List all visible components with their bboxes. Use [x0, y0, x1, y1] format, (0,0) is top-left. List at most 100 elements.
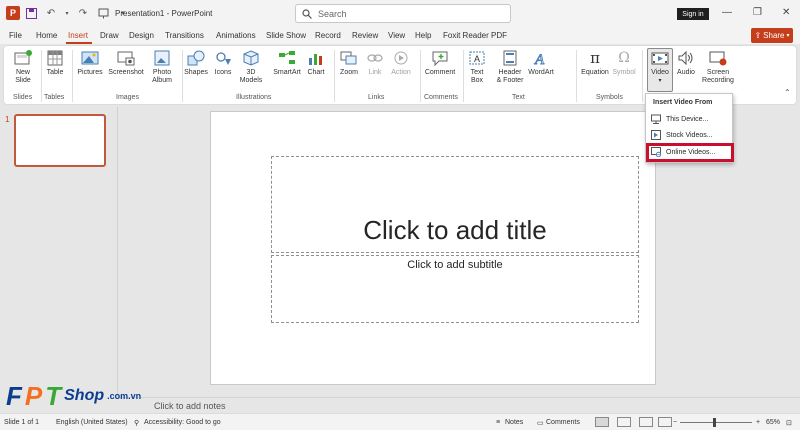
- photo-album-button[interactable]: Photo Album: [147, 49, 177, 85]
- sign-in-button[interactable]: Sign in: [677, 8, 709, 20]
- icons-button[interactable]: Icons: [212, 49, 234, 77]
- link-label: Link: [368, 69, 382, 76]
- slide-show-icon[interactable]: [658, 417, 672, 427]
- group-label-comments: Comments: [424, 94, 458, 101]
- table-button[interactable]: Table: [43, 49, 67, 77]
- group-label-text: Text: [512, 94, 525, 101]
- zoom-level[interactable]: 65%: [766, 419, 780, 426]
- notes-pane[interactable]: Click to add notes: [118, 397, 800, 412]
- chart-icon: [306, 49, 326, 67]
- slide-number: 1: [5, 115, 10, 124]
- screenshot-button[interactable]: Screenshot: [108, 49, 144, 77]
- shapes-icon: [186, 49, 206, 67]
- title-placeholder[interactable]: Click to add title: [271, 156, 639, 253]
- present-icon[interactable]: [96, 6, 110, 20]
- screen-recording-button[interactable]: Screen Recording: [699, 49, 737, 85]
- video-button[interactable]: Video ▾: [647, 49, 673, 85]
- group-separator: [642, 50, 643, 102]
- tab-slide-show[interactable]: Slide Show: [266, 31, 306, 40]
- menu-item-this-device[interactable]: This Device...: [651, 112, 731, 126]
- pane-divider[interactable]: [117, 107, 118, 397]
- share-label: Share: [763, 31, 785, 40]
- zoom-slider[interactable]: [680, 422, 752, 423]
- normal-view-icon[interactable]: [595, 417, 609, 427]
- action-icon: [391, 49, 411, 67]
- status-bar: Slide 1 of 1 English (United States) ⚲ A…: [0, 413, 800, 430]
- 3d-models-label-2: Models: [239, 77, 263, 84]
- svg-text:A: A: [534, 52, 545, 66]
- zoom-out-icon[interactable]: −: [673, 419, 677, 426]
- symbol-label: Symbol: [612, 69, 636, 76]
- accessibility-icon: ⚲: [134, 420, 140, 427]
- subtitle-placeholder[interactable]: Click to add subtitle: [271, 255, 639, 323]
- slide-canvas[interactable]: Click to add title Click to add subtitle: [210, 111, 656, 385]
- undo-dropdown-icon[interactable]: ▾: [64, 6, 70, 20]
- tab-design[interactable]: Design: [129, 31, 154, 40]
- audio-button[interactable]: Audio: [675, 49, 697, 77]
- smartart-label: SmartArt: [273, 69, 301, 76]
- wordart-button[interactable]: A WordArt: [527, 49, 555, 77]
- photo-album-label-2: Album: [152, 77, 172, 84]
- collapse-ribbon-icon[interactable]: ⌃: [784, 88, 791, 97]
- new-slide-label-2: Slide: [15, 77, 31, 84]
- zoom-button[interactable]: Zoom: [337, 49, 361, 77]
- notes-toggle[interactable]: Notes: [505, 419, 523, 426]
- new-slide-icon: [13, 49, 33, 67]
- group-label-links: Links: [368, 94, 385, 101]
- wordart-icon: A: [531, 49, 551, 67]
- tab-draw[interactable]: Draw: [100, 31, 119, 40]
- tab-foxit-reader-pdf[interactable]: Foxit Reader PDF: [443, 31, 507, 40]
- slide-thumbnail[interactable]: [14, 114, 106, 167]
- share-button[interactable]: ⇪ Share ▾: [751, 28, 793, 43]
- language-status[interactable]: English (United States): [56, 419, 128, 426]
- zoom-slider-thumb[interactable]: [713, 418, 716, 427]
- zoom-in-icon[interactable]: +: [756, 419, 760, 426]
- group-separator: [41, 50, 42, 102]
- header-footer-button[interactable]: Header & Footer: [492, 49, 528, 85]
- search-box[interactable]: Search: [295, 4, 511, 23]
- group-label-images: Images: [116, 94, 139, 101]
- highlight-box: [646, 143, 734, 162]
- pictures-button[interactable]: Pictures: [75, 49, 105, 77]
- text-box-button[interactable]: A Text Box: [466, 49, 488, 85]
- equation-button[interactable]: π Equation: [579, 49, 611, 77]
- link-button[interactable]: Link: [364, 49, 386, 77]
- video-dropdown-icon: ▾: [658, 78, 662, 84]
- undo-icon[interactable]: ↶: [44, 6, 58, 20]
- tab-transitions[interactable]: Transitions: [165, 31, 204, 40]
- tab-file[interactable]: File: [9, 31, 22, 40]
- accessibility-status[interactable]: Accessibility: Good to go: [144, 419, 221, 426]
- minimize-icon[interactable]: —: [722, 7, 732, 18]
- comments-toggle[interactable]: Comments: [546, 419, 580, 426]
- shapes-button[interactable]: Shapes: [184, 49, 208, 77]
- symbol-button[interactable]: Ω Symbol: [610, 49, 638, 77]
- new-slide-button[interactable]: New Slide: [9, 49, 37, 85]
- smartart-button[interactable]: SmartArt: [270, 49, 304, 77]
- menu-item-stock-videos[interactable]: Stock Videos...: [651, 128, 731, 142]
- search-icon: [302, 8, 312, 19]
- tab-insert[interactable]: Insert: [68, 31, 88, 40]
- video-label: Video: [651, 69, 669, 76]
- tab-help[interactable]: Help: [415, 31, 431, 40]
- action-button[interactable]: Action: [389, 49, 413, 77]
- slide-sorter-icon[interactable]: [617, 417, 631, 427]
- text-box-label-1: Text: [470, 69, 484, 76]
- 3d-models-button[interactable]: 3D Models: [237, 49, 265, 85]
- tab-review[interactable]: Review: [352, 31, 378, 40]
- restore-icon[interactable]: ❐: [753, 7, 762, 18]
- screenshot-label: Screenshot: [108, 69, 144, 76]
- reading-view-icon[interactable]: [639, 417, 653, 427]
- comment-button[interactable]: Comment: [422, 49, 458, 77]
- chart-button[interactable]: Chart: [305, 49, 327, 77]
- omega-icon: Ω: [618, 50, 630, 66]
- tab-record[interactable]: Record: [315, 31, 341, 40]
- icons-icon: [213, 49, 233, 67]
- close-icon[interactable]: ✕: [782, 7, 790, 18]
- save-icon[interactable]: [24, 6, 38, 20]
- tab-animations[interactable]: Animations: [216, 31, 256, 40]
- redo-icon[interactable]: ↷: [76, 6, 90, 20]
- video-icon: [650, 49, 670, 67]
- tab-home[interactable]: Home: [36, 31, 57, 40]
- fit-to-window-icon[interactable]: ⊡: [786, 419, 792, 427]
- tab-view[interactable]: View: [388, 31, 405, 40]
